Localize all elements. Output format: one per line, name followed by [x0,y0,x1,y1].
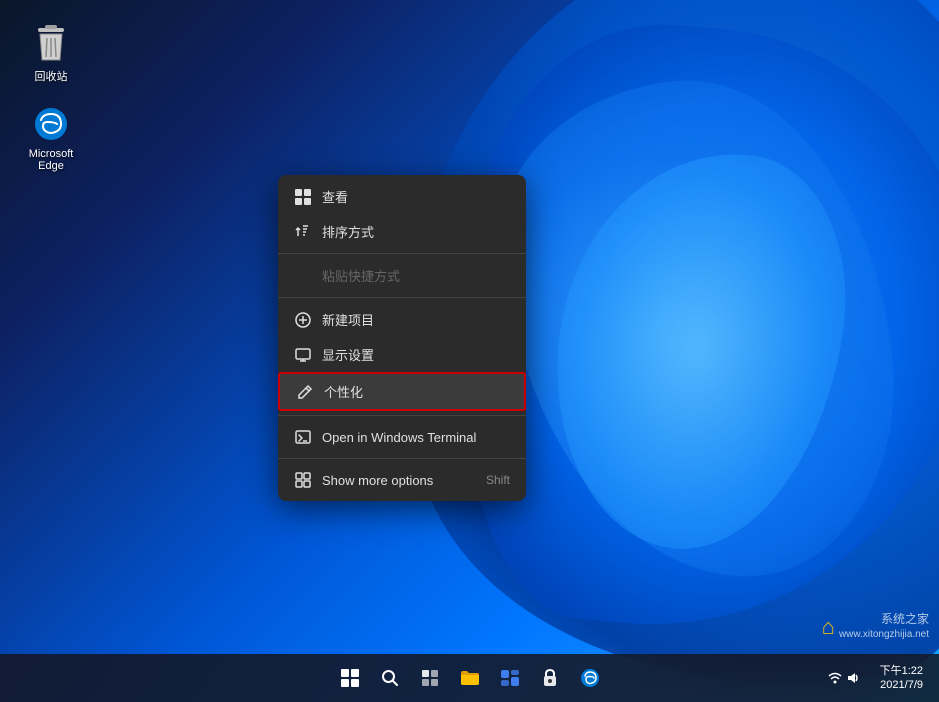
taskbar-widgets-button[interactable] [492,660,528,696]
taskbar: 下午1:22 2021/7/9 [0,654,939,702]
taskbar-security-button[interactable] [532,660,568,696]
wifi-icon [828,671,842,685]
task-view-icon [421,669,439,687]
divider-3 [278,415,526,416]
clock-time: 下午1:22 [880,664,923,678]
menu-item-paste-shortcut[interactable]: 粘贴快捷方式 [278,258,526,293]
new-label: 新建项目 [322,310,510,329]
clock-date: 2021/7/9 [880,678,923,692]
watermark-line1: 系统之家 [839,611,929,628]
personalize-icon [296,383,314,401]
desktop: 回收站 Microsoft Edge [0,0,939,702]
widgets-icon [500,669,520,687]
search-icon [381,669,399,687]
recycle-bin-label: 回收站 [35,68,68,84]
menu-item-personalize[interactable]: 个性化 [278,372,526,411]
terminal-icon [294,428,312,446]
watermark-line2: www.xitongzhijia.net [839,628,929,642]
menu-item-display[interactable]: 显示设置 [278,337,526,372]
display-label: 显示设置 [322,345,510,364]
display-icon [294,346,312,364]
divider-4 [278,458,526,459]
taskbar-start-button[interactable] [332,660,368,696]
menu-item-open-terminal[interactable]: Open in Windows Terminal [278,420,526,454]
paste-icon [294,267,312,285]
more-options-label: Show more options [322,473,476,488]
divider-2 [278,297,526,298]
menu-item-new[interactable]: 新建项目 [278,302,526,337]
taskbar-edge-button[interactable] [572,660,608,696]
desktop-icon-recycle-bin[interactable]: 回收站 [15,20,87,88]
menu-item-view[interactable]: 查看 [278,179,526,214]
volume-icon [846,671,860,685]
recycle-bin-icon [31,24,71,64]
watermark: ⌂ 系统之家 www.xitongzhijia.net [822,611,929,642]
watermark-logo-icon: ⌂ [822,614,835,640]
open-terminal-label: Open in Windows Terminal [322,430,510,445]
taskbar-systray: 下午1:22 2021/7/9 [820,660,931,697]
view-label: 查看 [322,187,510,206]
divider-1 [278,253,526,254]
watermark-text: 系统之家 www.xitongzhijia.net [839,611,929,642]
menu-item-sort[interactable]: 排序方式 [278,214,526,249]
taskbar-taskview-button[interactable] [412,660,448,696]
sort-label: 排序方式 [322,222,510,241]
paste-shortcut-label: 粘贴快捷方式 [322,266,510,285]
taskbar-center [332,660,608,696]
more-options-icon [294,471,312,489]
more-options-shortcut: Shift [486,473,510,487]
security-icon [542,669,558,687]
view-icon [294,188,312,206]
new-icon [294,311,312,329]
systray-icons[interactable] [820,667,868,689]
taskbar-clock[interactable]: 下午1:22 2021/7/9 [872,660,931,697]
taskbar-search-button[interactable] [372,660,408,696]
edge-taskbar-icon [580,668,600,688]
file-explorer-icon [460,669,480,687]
context-menu: 查看 排序方式 粘贴快捷方式 [278,175,526,501]
edge-icon [31,104,71,144]
edge-label: Microsoft Edge [23,148,79,172]
sort-icon [294,223,312,241]
personalize-label: 个性化 [324,382,508,401]
windows-logo-icon [341,669,359,687]
menu-item-more-options[interactable]: Show more options Shift [278,463,526,497]
taskbar-file-explorer-button[interactable] [452,660,488,696]
desktop-icon-edge[interactable]: Microsoft Edge [15,100,87,176]
